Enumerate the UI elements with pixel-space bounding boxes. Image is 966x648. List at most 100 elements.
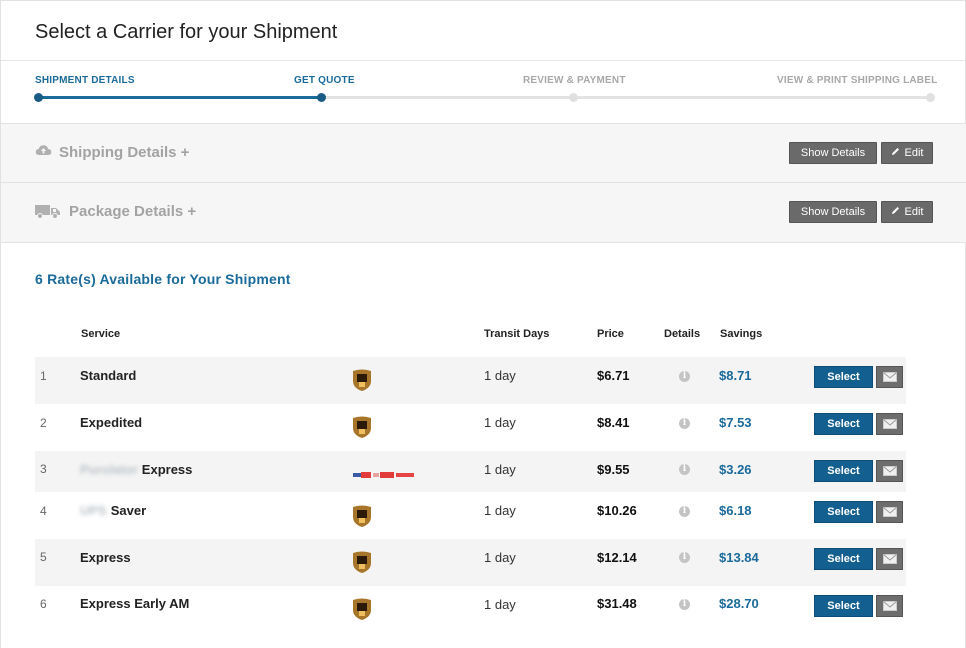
savings: $8.71 — [719, 368, 752, 383]
column-transit-days: Transit Days — [484, 328, 550, 340]
shipping-details-section: Shipping Details + Show Details Edit — [1, 123, 966, 182]
transit-days: 1 day — [484, 462, 516, 477]
step-get-quote[interactable]: GET QUOTE — [294, 75, 355, 86]
pencil-icon — [891, 202, 900, 222]
info-icon[interactable]: i — [679, 552, 690, 563]
ups-logo-icon — [351, 504, 373, 528]
email-quote-button[interactable] — [876, 413, 903, 435]
select-button[interactable]: Select — [814, 548, 873, 570]
service-name: UPS Saver — [80, 503, 146, 518]
email-quote-button[interactable] — [876, 595, 903, 617]
row-index: 1 — [40, 369, 47, 383]
sections-divider — [1, 242, 966, 243]
shipping-details-toggle[interactable]: Shipping Details + — [59, 144, 189, 161]
email-quote-button[interactable] — [876, 548, 903, 570]
service-label: Saver — [110, 503, 147, 518]
email-quote-button[interactable] — [876, 366, 903, 388]
service-label: Express Early AM — [80, 596, 190, 611]
select-button[interactable]: Select — [814, 595, 873, 617]
email-quote-button[interactable] — [876, 460, 903, 482]
rate-row: 2 Expedited 1 day $8.41 i $7.53 Select — [35, 404, 906, 451]
service-label: Standard — [80, 368, 137, 383]
rate-row: 1 Standard 1 day $6.71 i $8.71 Select — [35, 357, 906, 404]
step-view-print-label: VIEW & PRINT SHIPPING LABEL — [777, 75, 938, 86]
package-edit-button[interactable]: Edit — [881, 201, 933, 223]
email-quote-button[interactable] — [876, 501, 903, 523]
select-button[interactable]: Select — [814, 460, 873, 482]
row-index: 3 — [40, 462, 47, 476]
service-name: Expedited — [80, 415, 142, 430]
shipping-show-details-button[interactable]: Show Details — [789, 142, 877, 164]
transit-days: 1 day — [484, 503, 516, 518]
app-frame: Select a Carrier for your Shipment SHIPM… — [0, 0, 966, 648]
pencil-icon — [891, 143, 900, 163]
price: $9.55 — [597, 462, 630, 477]
transit-days: 1 day — [484, 550, 516, 565]
service-name: Express Early AM — [80, 596, 189, 611]
ups-logo-icon — [351, 415, 373, 439]
price: $31.48 — [597, 596, 637, 611]
package-show-details-button[interactable]: Show Details — [789, 201, 877, 223]
service-label: Express — [141, 462, 193, 477]
column-service: Service — [81, 328, 121, 340]
carrier-name-redacted: UPS — [80, 503, 107, 518]
transit-days: 1 day — [484, 415, 516, 430]
package-details-section: Package Details + Show Details Edit — [1, 182, 966, 242]
transit-days: 1 day — [484, 597, 516, 612]
info-icon[interactable]: i — [679, 418, 690, 429]
page-title: Select a Carrier for your Shipment — [35, 21, 338, 43]
service-label: Expedited — [80, 415, 143, 430]
price: $10.26 — [597, 503, 637, 518]
edit-label: Edit — [904, 206, 924, 218]
savings: $3.26 — [719, 462, 752, 477]
rate-row: 4 UPS Saver 1 day $10.26 i $6.18 Select — [35, 492, 906, 539]
row-index: 2 — [40, 416, 47, 430]
carrier-name-redacted: Purolator — [80, 462, 138, 477]
price: $12.14 — [597, 550, 637, 565]
rates-heading: 6 Rate(s) Available for Your Shipment — [35, 271, 291, 287]
row-index: 6 — [40, 597, 47, 611]
info-icon[interactable]: i — [679, 371, 690, 382]
info-icon[interactable]: i — [679, 599, 690, 610]
info-icon[interactable]: i — [679, 464, 690, 475]
ups-logo-icon — [351, 368, 373, 392]
truck-icon — [35, 204, 61, 224]
column-savings: Savings — [720, 328, 763, 340]
select-button[interactable]: Select — [814, 366, 873, 388]
rate-row: 3 Purolator Express 1 day $9.55 i $3.26 S… — [35, 451, 906, 492]
package-details-toggle[interactable]: Package Details + — [69, 203, 196, 220]
savings: $13.84 — [719, 550, 759, 565]
progress-track-fill — [38, 96, 322, 99]
column-details: Details — [664, 328, 701, 340]
service-name: Standard — [80, 368, 136, 383]
progress-steps: SHIPMENT DETAILS GET QUOTE REVIEW & PAYM… — [1, 61, 966, 123]
row-index: 5 — [40, 550, 47, 564]
select-button[interactable]: Select — [814, 501, 873, 523]
price: $6.71 — [597, 368, 630, 383]
step-dot-2 — [317, 93, 326, 102]
step-shipment-details[interactable]: SHIPMENT DETAILS — [35, 75, 135, 86]
cloud-upload-icon — [35, 143, 52, 161]
column-price: Price — [597, 328, 624, 340]
shipping-edit-button[interactable]: Edit — [881, 142, 933, 164]
service-name: Express — [80, 550, 131, 565]
info-icon[interactable]: i — [679, 506, 690, 517]
savings: $6.18 — [719, 503, 752, 518]
select-button[interactable]: Select — [814, 413, 873, 435]
service-label: Express — [80, 550, 131, 565]
savings: $7.53 — [719, 415, 752, 430]
savings: $28.70 — [719, 596, 759, 611]
transit-days: 1 day — [484, 368, 516, 383]
rate-row: 6 Express Early AM 1 day $31.48 i $28.70… — [35, 586, 906, 633]
purolator-logo-icon — [353, 466, 415, 478]
step-dot-4 — [926, 93, 935, 102]
rate-row: 5 Express 1 day $12.14 i $13.84 Select — [35, 539, 906, 586]
row-index: 4 — [40, 504, 47, 518]
step-dot-1 — [34, 93, 43, 102]
price: $8.41 — [597, 415, 630, 430]
step-dot-3 — [569, 93, 578, 102]
ups-logo-icon — [351, 597, 373, 621]
service-name: Purolator Express — [80, 462, 192, 477]
edit-label: Edit — [904, 147, 924, 159]
ups-logo-icon — [351, 550, 373, 574]
